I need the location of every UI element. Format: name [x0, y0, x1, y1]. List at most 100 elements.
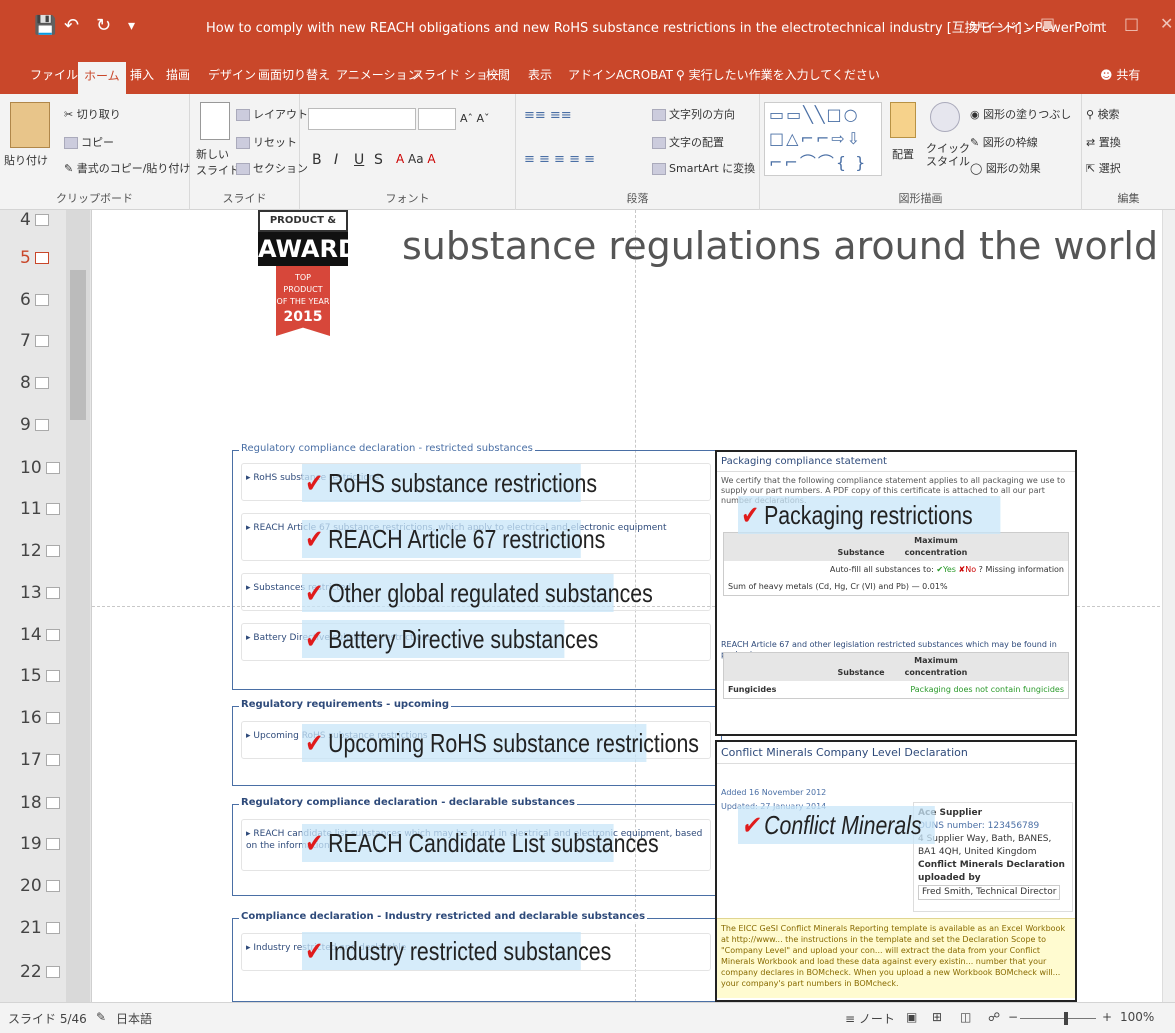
arrange-button[interactable]: 配置: [892, 146, 914, 162]
callout-upcoming-rohs: ✔ Upcoming RoHS substance restrictions: [302, 724, 699, 762]
new-slide-icon[interactable]: [200, 102, 230, 140]
callout-reach67: ✔ REACH Article 67 restrictions: [302, 520, 605, 558]
thumbnail-item[interactable]: 4: [20, 210, 49, 230]
reset-button[interactable]: リセット: [236, 134, 297, 150]
shape-outline-button[interactable]: ✎ 図形の枠線: [970, 134, 1038, 150]
smartart-button[interactable]: SmartArt に変換: [652, 160, 755, 176]
slide-title[interactable]: substance regulations around the world: [402, 224, 1158, 268]
thumbnail-item[interactable]: 18: [20, 793, 60, 813]
tell-me-search[interactable]: ⚲ 実行したい作業を入力してください: [676, 60, 880, 90]
tab-view[interactable]: 表示: [528, 60, 552, 94]
scrollbar-thumb[interactable]: [70, 270, 86, 420]
thumbnail-item[interactable]: 16: [20, 708, 60, 728]
tab-acrobat[interactable]: ACROBAT: [616, 60, 673, 94]
thumbnail-item[interactable]: 12: [20, 541, 60, 561]
tab-addins[interactable]: アドイン: [568, 60, 616, 94]
zoom-slider[interactable]: [1020, 1018, 1096, 1019]
section-button[interactable]: セクション: [236, 160, 308, 176]
normal-view-icon[interactable]: ▣: [906, 1010, 917, 1024]
tab-file[interactable]: ファイル: [30, 60, 78, 94]
missing-option[interactable]: ? Missing information: [979, 565, 1064, 574]
thumbnail-item[interactable]: 20: [20, 876, 60, 896]
layout-button[interactable]: レイアウト: [236, 106, 308, 122]
redo-icon[interactable]: ↻: [96, 14, 111, 38]
thumbnail-item[interactable]: 6: [20, 290, 49, 310]
italic-button[interactable]: I: [334, 152, 338, 168]
maximize-icon[interactable]: □: [1124, 14, 1139, 33]
format-painter-button[interactable]: ✎ 書式のコピー/貼り付け: [64, 160, 190, 176]
language-indicator[interactable]: 日本語: [116, 1010, 152, 1027]
new-slide-button[interactable]: 新しい スライド: [196, 146, 240, 178]
slideshow-view-icon[interactable]: ☍: [988, 1010, 1000, 1024]
shape-fill-button[interactable]: ◉ 図形の塗りつぶし: [970, 106, 1071, 122]
no-option[interactable]: ✘No: [959, 565, 977, 574]
customize-qat-icon[interactable]: ▾: [128, 14, 135, 38]
zoom-out-button[interactable]: −: [1008, 1010, 1018, 1024]
arrange-icon[interactable]: [890, 102, 916, 138]
shapes-gallery[interactable]: ▭▭╲╲□○ □△⌐⌐⇨⇩ ⌐⌐⌒⌒{ }: [764, 102, 882, 176]
thumbnail-item[interactable]: 17: [20, 750, 60, 770]
thumbnail-scrollbar[interactable]: [66, 210, 90, 1002]
thumbnail-item[interactable]: 9: [20, 415, 49, 435]
zoom-in-button[interactable]: +: [1102, 1010, 1112, 1024]
save-icon[interactable]: 💾: [34, 14, 56, 38]
find-button[interactable]: ⚲ 検索: [1086, 106, 1120, 122]
slide-sorter-icon[interactable]: ⊞: [932, 1010, 942, 1024]
tab-transitions[interactable]: 画面切り替え: [258, 60, 330, 94]
thumbnail-item[interactable]: 10: [20, 458, 60, 478]
zoom-slider-thumb[interactable]: [1064, 1012, 1068, 1025]
thumbnail-item[interactable]: 11: [20, 499, 60, 519]
bullets-button[interactable]: ≡≡ ≡≡: [524, 108, 572, 123]
tab-home[interactable]: ホーム: [78, 62, 126, 94]
align-buttons[interactable]: ≡ ≡ ≡ ≡ ≡: [524, 152, 595, 167]
thumbnail-item[interactable]: 19: [20, 834, 60, 854]
copy-button[interactable]: コピー: [64, 134, 114, 150]
signin-link[interactable]: サインイン: [970, 17, 1035, 36]
thumbnail-item[interactable]: 15: [20, 666, 60, 686]
paste-icon[interactable]: [10, 102, 50, 148]
zoom-level[interactable]: 100%: [1120, 1010, 1154, 1024]
yes-option[interactable]: ✔Yes: [936, 565, 956, 574]
tab-design[interactable]: デザイン: [208, 60, 256, 94]
ribbon-options-icon[interactable]: ▣: [1040, 14, 1055, 33]
replace-button[interactable]: ⇄ 置換: [1086, 134, 1121, 150]
quick-styles-button[interactable]: クイック スタイル: [926, 142, 970, 168]
cut-button[interactable]: ✂ 切り取り: [64, 106, 121, 122]
tab-review[interactable]: 校閲: [486, 60, 510, 94]
tab-animations[interactable]: アニメーション: [336, 60, 420, 94]
font-color-button[interactable]: A Aa A: [396, 152, 436, 166]
undo-icon[interactable]: ↶: [64, 14, 79, 38]
underline-button[interactable]: U: [354, 152, 364, 168]
grow-font-button[interactable]: Aˆ Aˇ: [460, 112, 490, 125]
thumbnail-item[interactable]: 7: [20, 331, 49, 351]
text-direction-icon: [652, 109, 666, 121]
bold-button[interactable]: B: [312, 152, 322, 168]
font-size-dropdown[interactable]: [418, 108, 456, 130]
awards-logo: PRODUCT & PROJECT AWARDS TOP PRODUCTOF T…: [258, 210, 375, 340]
spellcheck-icon[interactable]: ✎: [96, 1010, 106, 1024]
thumbnail-item[interactable]: 14: [20, 625, 60, 645]
align-text-button[interactable]: 文字の配置: [652, 134, 724, 150]
close-icon[interactable]: ✕: [1160, 14, 1173, 33]
thumbnail-item[interactable]: 21: [20, 918, 60, 938]
thumbnail-item[interactable]: 22: [20, 962, 60, 982]
text-direction-button[interactable]: 文字列の方向: [652, 106, 735, 122]
checkmark-icon: ✔: [305, 524, 324, 554]
notes-button[interactable]: ≡ ノート: [845, 1010, 895, 1027]
quick-styles-icon[interactable]: [930, 102, 960, 132]
uploaded-by-select[interactable]: Fred Smith, Technical Director: [918, 885, 1061, 900]
minimize-icon[interactable]: —: [1088, 14, 1104, 33]
reading-view-icon[interactable]: ◫: [960, 1010, 971, 1024]
font-name-dropdown[interactable]: [308, 108, 416, 130]
tab-insert[interactable]: 挿入: [130, 60, 154, 94]
thumbnail-item-current[interactable]: 5: [20, 248, 49, 268]
share-button[interactable]: ☻ 共有: [1100, 60, 1140, 90]
select-button[interactable]: ⇱ 選択: [1086, 160, 1121, 176]
thumbnail-item[interactable]: 13: [20, 583, 60, 603]
thumbnail-item[interactable]: 8: [20, 373, 49, 393]
shape-effects-button[interactable]: ◯ 図形の効果: [970, 160, 1041, 176]
canvas-scrollbar[interactable]: [1162, 210, 1175, 1002]
shadow-button[interactable]: S: [374, 152, 383, 168]
paste-button[interactable]: 貼り付け: [4, 152, 48, 168]
tab-draw[interactable]: 描画: [166, 60, 190, 94]
